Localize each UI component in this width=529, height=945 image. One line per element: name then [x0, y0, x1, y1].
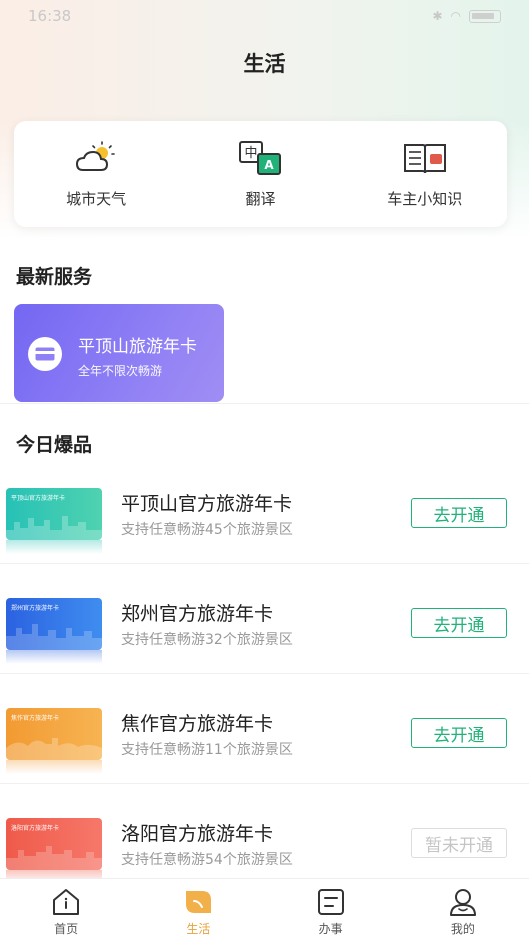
quick-action-label: 城市天气 [66, 189, 127, 208]
activate-button[interactable]: 去开通 [411, 718, 507, 748]
thumbnail-image: 洛阳官方旅游年卡 [6, 818, 102, 870]
item-title: 郑州官方旅游年卡 [121, 603, 274, 625]
thumbnail-reflection [6, 540, 102, 554]
list-item[interactable]: 焦作官方旅游年卡 焦作官方旅游年卡 支持任意畅游11个旅游景区 去开通 [0, 696, 529, 806]
book-icon [403, 143, 446, 173]
quick-action-translate[interactable]: 中 A 翻译 [185, 140, 335, 209]
tab-profile[interactable]: 我的 [413, 887, 513, 937]
tab-label: 生活 [186, 922, 211, 936]
thumbnail-label: 平顶山官方旅游年卡 [11, 495, 66, 502]
item-title: 平顶山官方旅游年卡 [121, 493, 293, 515]
item-title: 焦作官方旅游年卡 [121, 713, 274, 735]
activate-button[interactable]: 去开通 [411, 498, 507, 528]
status-time: 16:38 [28, 7, 72, 25]
tab-home[interactable]: 首页 [16, 887, 116, 937]
divider [0, 403, 529, 404]
status-bar: 16:38 ✱ ◠ [0, 0, 529, 32]
latest-service-subtitle: 全年不限次畅游 [78, 364, 163, 378]
tab-life[interactable]: 生活 [148, 887, 248, 937]
thumbnail-image: 焦作官方旅游年卡 [6, 708, 102, 760]
not-available-button[interactable]: 暂未开通 [411, 828, 507, 858]
list-item[interactable]: 郑州官方旅游年卡 郑州官方旅游年卡 支持任意畅游32个旅游景区 去开通 [0, 586, 529, 696]
latest-service-card[interactable]: 平顶山旅游年卡 全年不限次畅游 [14, 304, 224, 402]
item-title: 洛阳官方旅游年卡 [121, 823, 274, 845]
tab-label: 我的 [450, 922, 475, 936]
thumbnail-reflection [6, 650, 102, 664]
activate-button[interactable]: 去开通 [411, 608, 507, 638]
service-icon [317, 889, 344, 915]
quick-actions-card: 城市天气 中 A 翻译 车主小知识 [14, 121, 507, 227]
translate-icon: 中 A [239, 140, 282, 175]
home-icon [53, 889, 80, 915]
quick-action-label: 车主小知识 [387, 189, 463, 208]
life-icon [186, 891, 212, 913]
tab-service[interactable]: 办事 [281, 887, 381, 937]
divider [0, 673, 529, 674]
tab-label: 首页 [54, 922, 79, 936]
divider [0, 783, 529, 784]
thumbnail-label: 焦作官方旅游年卡 [11, 715, 60, 722]
page-title: 生活 [243, 52, 286, 76]
tab-label: 办事 [318, 922, 343, 936]
signal-icon: ✱ [432, 9, 443, 23]
card-icon [28, 337, 62, 371]
divider [0, 563, 529, 564]
thumbnail-reflection [6, 760, 102, 774]
battery-icon [469, 9, 501, 23]
quick-action-car-tips[interactable]: 车主小知识 [350, 140, 500, 209]
status-icons: ✱ ◠ [432, 9, 501, 23]
quick-action-weather[interactable]: 城市天气 [21, 140, 171, 209]
profile-icon [449, 889, 476, 916]
thumbnail-label: 洛阳官方旅游年卡 [11, 825, 60, 832]
bottom-tab-bar: 首页 生活 办事 我的 [0, 878, 529, 945]
svg-text:中: 中 [245, 146, 258, 161]
wifi-icon: ◠ [450, 9, 461, 23]
item-description: 支持任意畅游54个旅游景区 [121, 852, 293, 868]
list-item[interactable]: 平顶山官方旅游年卡 平顶山官方旅游年卡 支持任意畅游45个旅游景区 去开通 [0, 476, 529, 586]
item-description: 支持任意畅游32个旅游景区 [121, 632, 293, 648]
thumbnail-image: 平顶山官方旅游年卡 [6, 488, 102, 540]
weather-icon [76, 140, 115, 171]
latest-service-title: 平顶山旅游年卡 [78, 337, 197, 357]
svg-text:A: A [265, 158, 275, 172]
section-title-latest: 最新服务 [16, 266, 93, 288]
thumbnail-image: 郑州官方旅游年卡 [6, 598, 102, 650]
item-description: 支持任意畅游45个旅游景区 [121, 522, 293, 538]
section-title-hot: 今日爆品 [16, 434, 93, 456]
thumbnail-label: 郑州官方旅游年卡 [11, 605, 60, 612]
item-description: 支持任意畅游11个旅游景区 [121, 742, 293, 758]
quick-action-label: 翻译 [245, 189, 276, 208]
